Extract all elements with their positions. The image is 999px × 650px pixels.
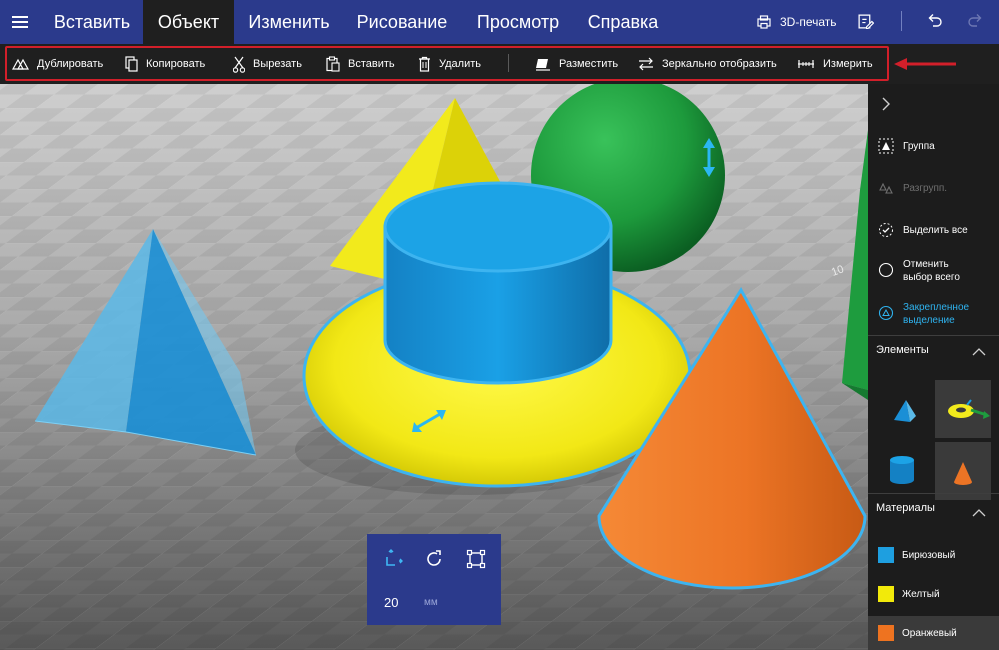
delete-icon (419, 56, 430, 72)
paste-label: Вставить (348, 58, 395, 70)
mirror-label: Зеркально отобразить (662, 58, 777, 70)
material-turquoise[interactable]: Бирюзовый (868, 538, 999, 572)
material-label: Оранжевый (902, 627, 957, 639)
deselect-all-label: Отменить выбор всего (903, 259, 960, 283)
measure-button[interactable]: Измерить (797, 52, 873, 76)
group-button[interactable]: Группа (878, 138, 935, 154)
copy-label: Копировать (146, 58, 206, 70)
tab-view[interactable]: Просмотр (464, 0, 572, 44)
print-3d-button[interactable]: 3D-печать (756, 11, 837, 33)
duplicate-label: Дублировать (37, 58, 104, 70)
pin-selection-button[interactable]: Закрепленное выделение (878, 301, 975, 327)
object-side-panel: Группа Разгрупп. Выделить все Отменить в… (868, 84, 999, 650)
chevron-up-icon[interactable] (972, 347, 986, 357)
menu-bar: Вставить Объект Изменить Рисование Просм… (0, 0, 999, 44)
select-all-button[interactable]: Выделить все (878, 222, 968, 238)
pin-selection-label: Закрепленное выделение (903, 302, 970, 326)
panel-divider (868, 335, 999, 336)
delete-label: Удалить (439, 58, 481, 70)
paste-button[interactable]: Вставить (326, 52, 395, 76)
group-label: Группа (903, 141, 935, 152)
deselect-all-icon (878, 262, 894, 278)
gizmo-value[interactable]: 20 (384, 595, 398, 610)
panel-divider (868, 493, 999, 494)
material-label: Бирюзовый (902, 549, 956, 561)
swatch-orange (878, 625, 894, 641)
print-3d-icon (757, 15, 771, 29)
chevron-right-icon[interactable] (881, 96, 891, 112)
element-thumb-cylinder[interactable] (876, 442, 932, 500)
annotation-arrow-icon (894, 58, 956, 70)
share-icon[interactable] (857, 13, 874, 30)
toolbar-divider (901, 11, 902, 31)
cylinder-thumb-icon (890, 456, 914, 484)
torus-thumb-icon (948, 399, 990, 419)
element-thumb-pyramid[interactable] (876, 380, 932, 438)
copy-button[interactable]: Копировать (125, 52, 205, 76)
place-label: Разместить (559, 58, 619, 70)
ungroup-icon (879, 182, 893, 194)
place-button[interactable]: Разместить (535, 52, 618, 76)
tab-help[interactable]: Справка (578, 0, 668, 44)
group-icon (878, 138, 894, 154)
rotate-icon[interactable] (423, 548, 445, 570)
redo-icon[interactable] (966, 12, 984, 30)
select-all-label: Выделить все (903, 225, 968, 236)
duplicate-icon (12, 58, 29, 70)
pyramid-thumb-icon (894, 400, 916, 422)
materials-header: Материалы (876, 502, 935, 514)
ungroup-button: Разгрупп. (878, 180, 947, 196)
elements-header: Элементы (876, 344, 929, 356)
deselect-all-button[interactable]: Отменить выбор всего (878, 258, 975, 284)
move-icon[interactable] (382, 548, 404, 570)
cut-label: Вырезать (253, 58, 302, 70)
duplicate-button[interactable]: Дублировать (12, 52, 103, 76)
menu-icon[interactable] (0, 0, 40, 44)
tab-draw[interactable]: Рисование (346, 0, 458, 44)
scale-icon[interactable] (465, 548, 487, 570)
ungroup-label: Разгрупп. (903, 183, 948, 194)
material-yellow[interactable]: Желтый (868, 577, 999, 611)
chevron-up-icon[interactable] (972, 508, 986, 518)
paste-icon (326, 56, 340, 72)
cut-button[interactable]: Вырезать (233, 52, 302, 76)
tab-insert[interactable]: Вставить (44, 0, 140, 44)
undo-icon[interactable] (926, 12, 944, 30)
blue-cylinder[interactable] (383, 181, 613, 385)
select-all-icon (879, 223, 893, 237)
cone-thumb-icon (954, 462, 972, 485)
tab-modify[interactable]: Изменить (236, 0, 342, 44)
measure-label: Измерить (823, 58, 873, 70)
mirror-button[interactable]: Зеркально отобразить (638, 52, 777, 76)
mirror-icon (639, 57, 653, 71)
material-orange[interactable]: Оранжевый (868, 616, 999, 650)
swatch-turquoise (878, 547, 894, 563)
cut-icon (233, 56, 245, 73)
transform-gizmo-toolbar: 20 мм (367, 534, 501, 625)
swatch-yellow (878, 586, 894, 602)
element-thumb-torus[interactable] (935, 380, 991, 438)
print-3d-label: 3D-печать (780, 15, 837, 29)
measure-icon (798, 60, 814, 68)
delete-button[interactable]: Удалить (418, 52, 481, 76)
pin-selection-icon (878, 305, 894, 321)
tab-object[interactable]: Объект (143, 0, 234, 44)
material-label: Желтый (902, 588, 940, 600)
ribbon-divider (508, 54, 509, 72)
place-icon (536, 59, 550, 71)
copy-icon (125, 56, 138, 72)
element-thumb-cone[interactable] (935, 442, 991, 500)
gizmo-unit: мм (424, 597, 438, 608)
